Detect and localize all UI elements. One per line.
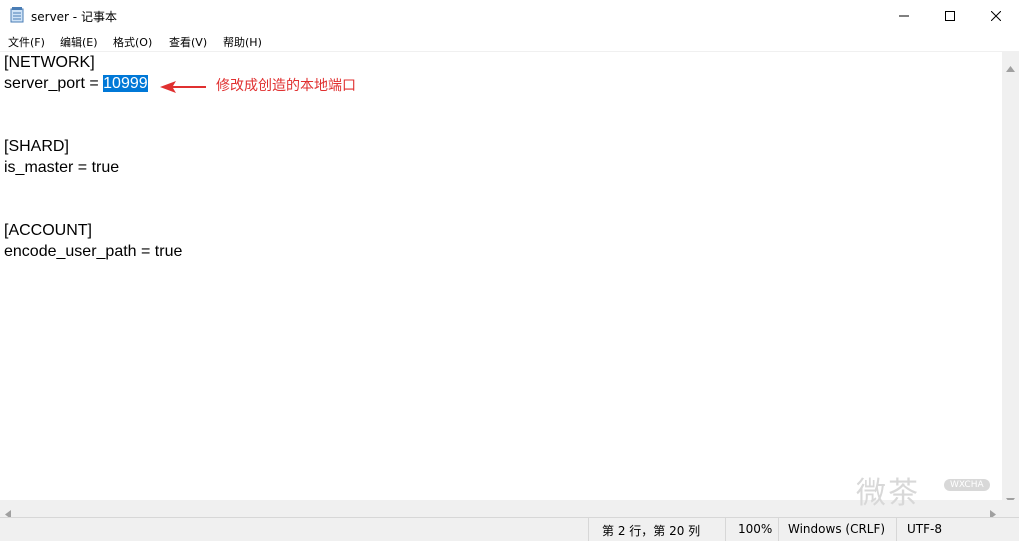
maximize-icon bbox=[945, 10, 955, 21]
status-bar: 第 2 行，第 20 列 100% Windows (CRLF) UTF-8 bbox=[0, 517, 1019, 541]
menu-format[interactable]: 格式(O) bbox=[113, 34, 152, 50]
scroll-up-icon[interactable] bbox=[1006, 57, 1015, 76]
editor-line: server_port = 10999 bbox=[4, 73, 148, 94]
status-divider bbox=[896, 518, 897, 541]
title-bar: server - 记事本 bbox=[0, 0, 1019, 31]
horizontal-scrollbar[interactable] bbox=[0, 500, 1002, 519]
menu-bar: 文件(F) 编辑(E) 格式(O) 查看(V) 帮助(H) bbox=[0, 31, 1019, 52]
editor-line: [ACCOUNT] bbox=[4, 222, 92, 239]
close-button[interactable] bbox=[973, 0, 1019, 31]
close-icon bbox=[991, 10, 1001, 21]
editor-line: is_master = true bbox=[4, 159, 120, 176]
window-title: server - 记事本 bbox=[31, 10, 117, 24]
minimize-button[interactable] bbox=[881, 0, 927, 31]
status-divider bbox=[778, 518, 779, 541]
selected-text[interactable]: 10999 bbox=[103, 75, 148, 92]
arrow-left-icon bbox=[160, 78, 206, 97]
watermark-badge: WXCHA bbox=[944, 479, 990, 491]
text-editor[interactable]: [NETWORK] server_port = 10999 [SHARD] is… bbox=[0, 52, 1002, 500]
watermark: 微茶 bbox=[856, 476, 920, 511]
editor-line-text: server_port = bbox=[4, 75, 104, 92]
editor-line: [SHARD] bbox=[4, 138, 69, 155]
editor-line: [NETWORK] bbox=[4, 54, 95, 71]
vertical-scrollbar[interactable] bbox=[1002, 52, 1019, 504]
maximize-button[interactable] bbox=[927, 0, 973, 31]
editor-line: encode_user_path = true bbox=[4, 243, 183, 260]
status-cursor-position: 第 2 行，第 20 列 bbox=[602, 524, 701, 538]
scroll-corner bbox=[1002, 500, 1019, 517]
menu-edit[interactable]: 编辑(E) bbox=[60, 34, 98, 50]
status-encoding: UTF-8 bbox=[907, 522, 942, 536]
menu-help[interactable]: 帮助(H) bbox=[223, 34, 262, 50]
status-divider bbox=[588, 518, 589, 541]
status-line-ending: Windows (CRLF) bbox=[788, 522, 886, 536]
menu-file[interactable]: 文件(F) bbox=[8, 34, 45, 50]
minimize-icon bbox=[899, 11, 909, 21]
status-divider bbox=[725, 518, 726, 541]
annotation-text: 修改成创造的本地端口 bbox=[216, 78, 356, 94]
status-zoom: 100% bbox=[738, 522, 773, 536]
notepad-icon bbox=[10, 7, 24, 23]
menu-view[interactable]: 查看(V) bbox=[169, 34, 207, 50]
